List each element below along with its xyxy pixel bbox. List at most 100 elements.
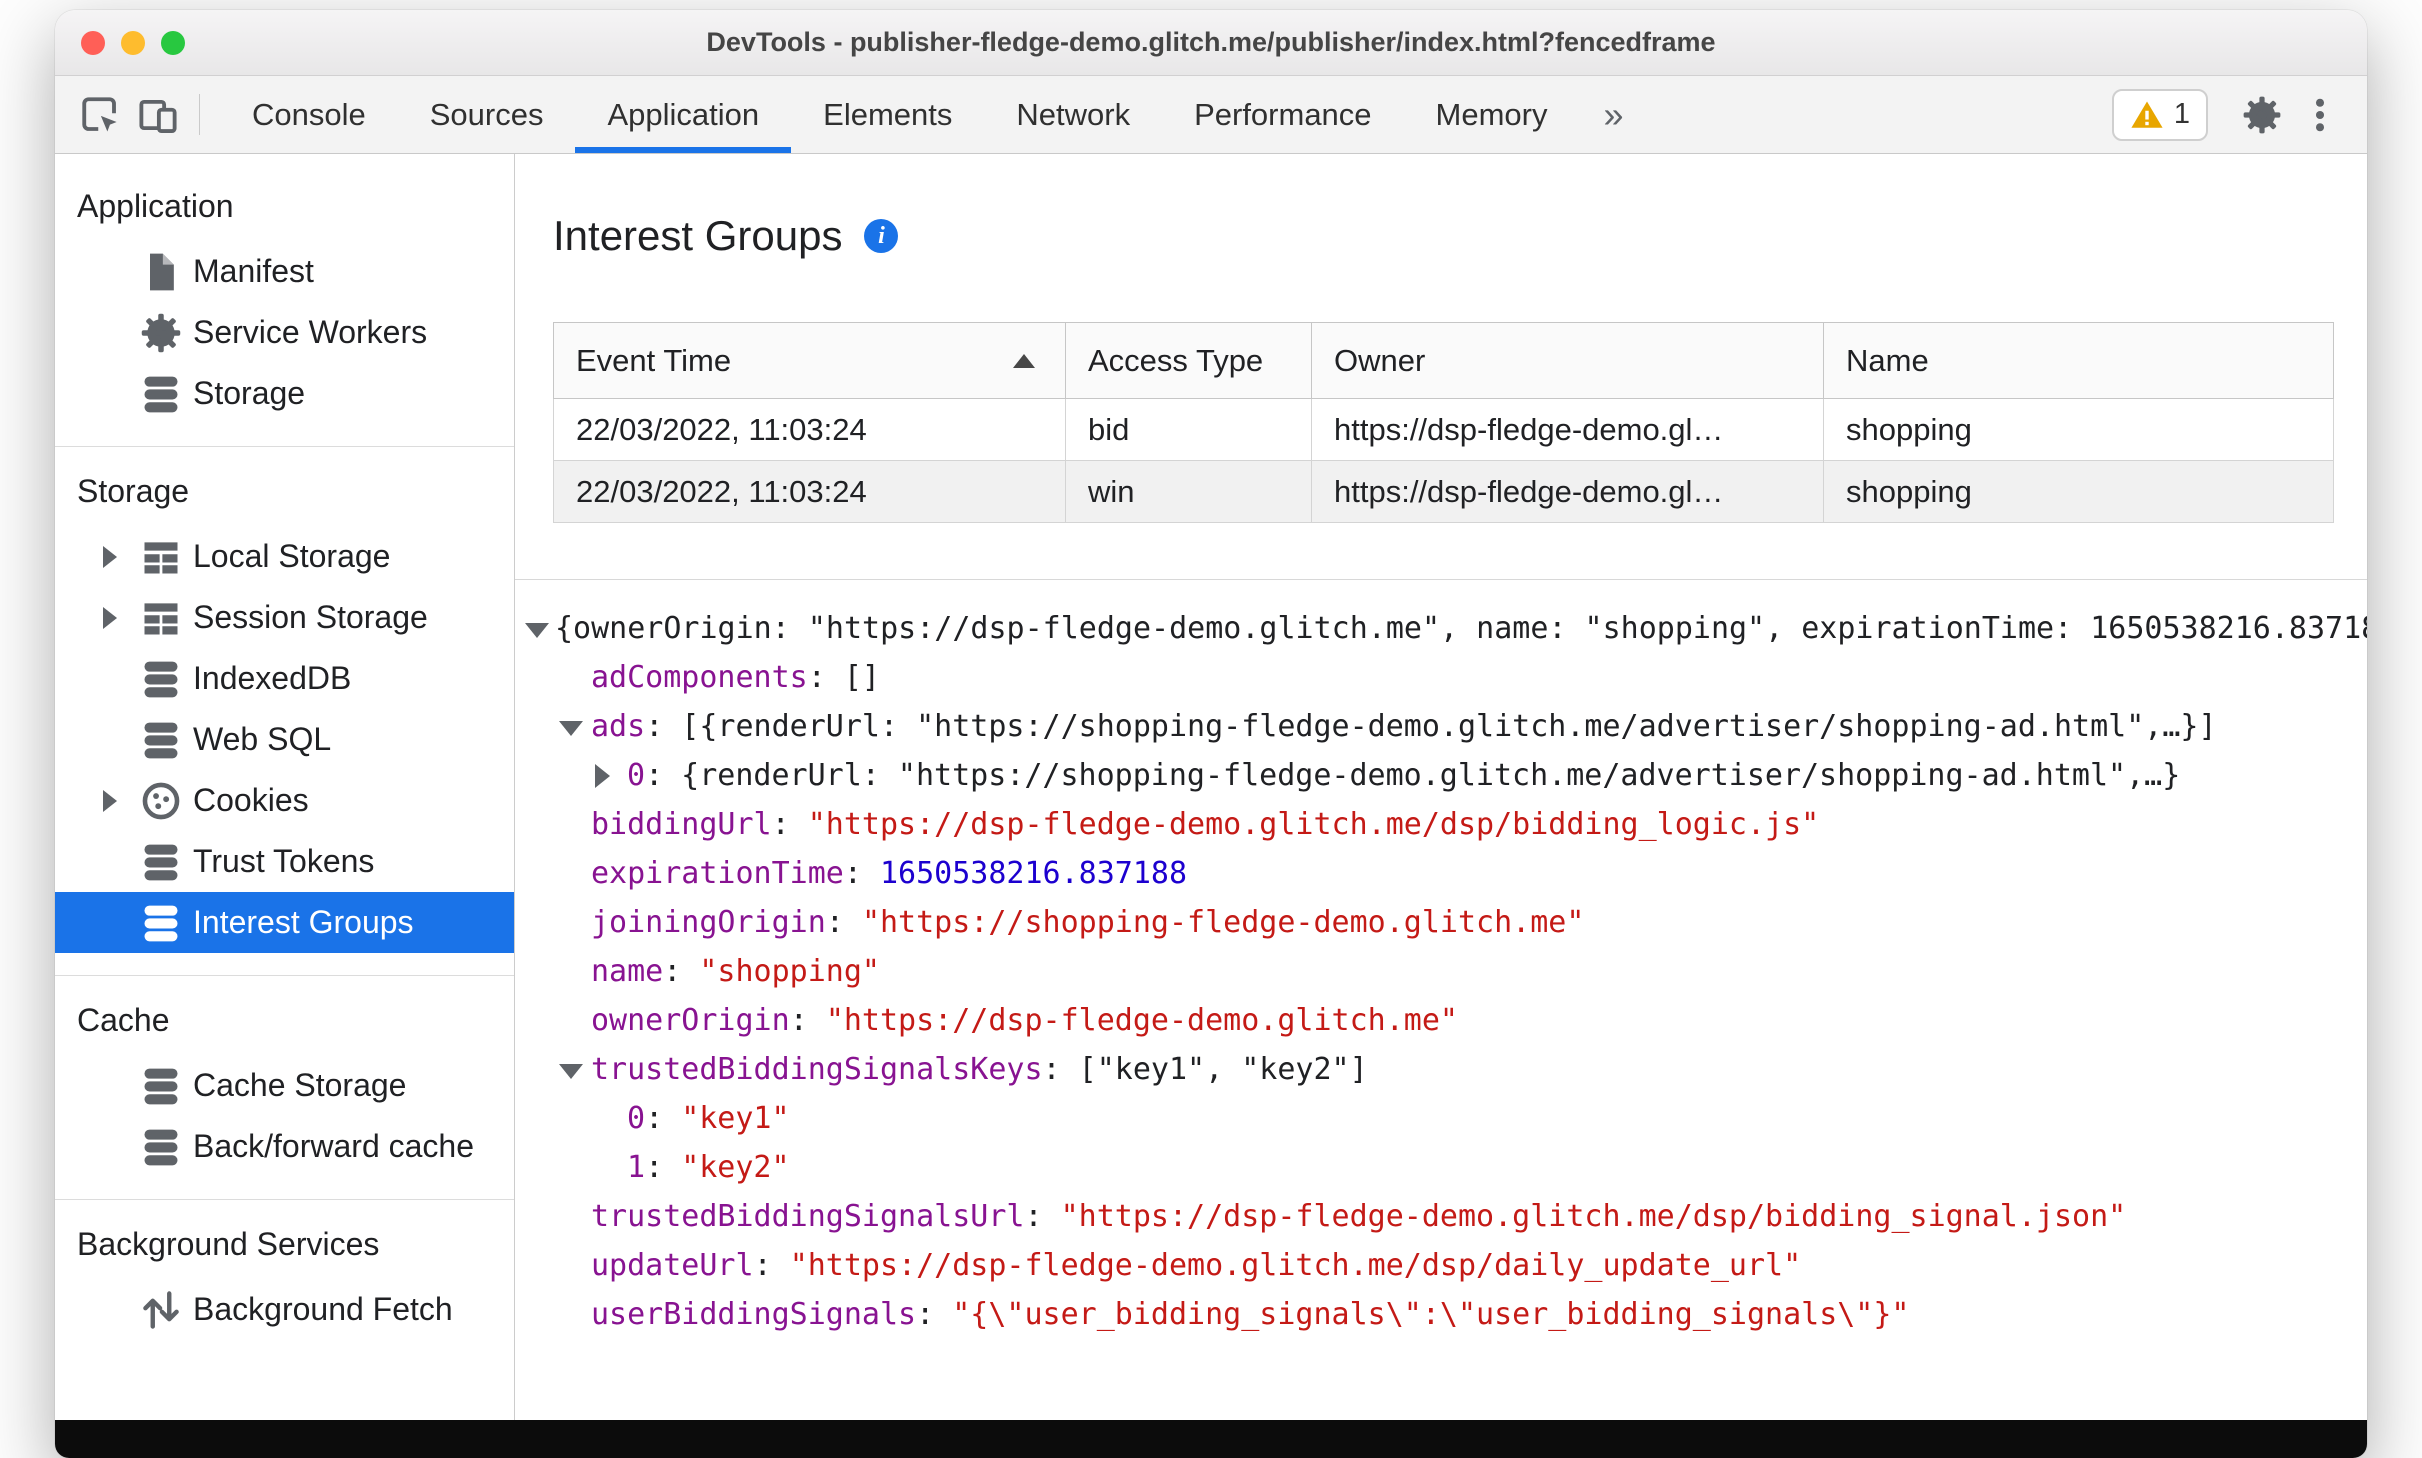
column-header-name[interactable]: Name: [1823, 322, 2334, 399]
json-token: {ownerOrigin: "https://dsp-fledge-demo.g…: [555, 611, 2367, 646]
minimize-button[interactable]: [121, 30, 145, 55]
sort-arrow-icon: [1013, 353, 1035, 368]
panel-tabs: Console Sources Application Elements Net…: [220, 76, 1648, 153]
sidebar-item-storage[interactable]: Storage: [55, 363, 514, 424]
json-token: trustedBiddingSignalsKeys: [591, 1052, 1043, 1087]
tab-label: Performance: [1194, 96, 1372, 132]
interest-groups-top: Interest Groups i Event Time Access Type…: [515, 154, 2367, 580]
sidebar-item-label: Back/forward cache: [193, 1128, 475, 1164]
sidebar-item-indexeddb[interactable]: IndexedDB: [55, 648, 514, 709]
expand-arrow-icon[interactable]: [103, 789, 117, 812]
json-tree-line[interactable]: {ownerOrigin: "https://dsp-fledge-demo.g…: [515, 604, 2367, 653]
json-token: "https://dsp-fledge-demo.glitch.me": [825, 1003, 1458, 1038]
json-token: 1650538216.837188: [880, 856, 1188, 891]
json-token: : [{renderUrl: "https://shopping-fledge-…: [645, 709, 2217, 744]
inspect-button[interactable]: [71, 76, 129, 153]
column-label: Name: [1846, 342, 1929, 378]
sidebar-item-session-storage[interactable]: Session Storage: [55, 587, 514, 648]
json-tree-line: 0: "key1": [515, 1094, 2367, 1143]
window-title: DevTools - publisher-fledge-demo.glitch.…: [706, 27, 1716, 57]
collapse-arrow-icon[interactable]: [559, 720, 583, 736]
json-token: updateUrl: [591, 1248, 754, 1283]
more-menu-button[interactable]: [2291, 94, 2349, 136]
tab-console[interactable]: Console: [220, 76, 398, 153]
tab-memory[interactable]: Memory: [1404, 76, 1580, 153]
json-tree-line[interactable]: 0: {renderUrl: "https://shopping-fledge-…: [515, 751, 2367, 800]
table-row[interactable]: 22/03/2022, 11:03:24 win https://dsp-fle…: [553, 460, 2334, 523]
sidebar-item-web-sql[interactable]: Web SQL: [55, 709, 514, 770]
issues-badge[interactable]: 1: [2111, 88, 2208, 141]
more-tabs-button[interactable]: »: [1580, 76, 1648, 153]
chevron-double-icon: »: [1603, 93, 1624, 135]
sidebar-item-label: Web SQL: [193, 721, 332, 757]
json-token: :: [843, 856, 880, 891]
database-icon: [139, 657, 183, 701]
tab-performance[interactable]: Performance: [1162, 76, 1403, 153]
json-token: "key2": [681, 1150, 790, 1185]
sidebar-item-interest-groups[interactable]: Interest Groups: [55, 892, 514, 953]
tab-sources[interactable]: Sources: [398, 76, 576, 153]
device-toolbar-icon: [137, 94, 179, 136]
json-token: 1: [627, 1150, 646, 1185]
sidebar-section-storage: Storage Local Storage Session Storage In…: [55, 447, 514, 976]
warning-icon: [2130, 98, 2164, 132]
table-row[interactable]: 22/03/2022, 11:03:24 bid https://dsp-fle…: [553, 398, 2334, 461]
json-token: : ["key1", "key2"]: [1042, 1052, 1368, 1087]
sidebar-item-cookies[interactable]: Cookies: [55, 770, 514, 831]
json-token: : {renderUrl: "https://shopping-fledge-d…: [645, 758, 2181, 793]
database-icon: [139, 372, 183, 416]
desktop-background: DevTools - publisher-fledge-demo.glitch.…: [0, 0, 2422, 1458]
json-token: :: [645, 1101, 682, 1136]
json-token: name: [591, 954, 664, 989]
tab-application[interactable]: Application: [575, 76, 791, 153]
expand-arrow-icon[interactable]: [103, 545, 117, 568]
json-token: expirationTime: [591, 856, 844, 891]
settings-button[interactable]: [2233, 94, 2291, 136]
json-token: 0: [627, 758, 646, 793]
json-token: "https://dsp-fledge-demo.glitch.me/dsp/d…: [789, 1248, 1802, 1283]
expand-arrow-icon[interactable]: [103, 606, 117, 629]
table-cell-access-type: bid: [1065, 398, 1312, 461]
json-tree-line[interactable]: ads: [{renderUrl: "https://shopping-fled…: [515, 702, 2367, 751]
table-cell-name: shopping: [1823, 398, 2334, 461]
sidebar-item-trust-tokens[interactable]: Trust Tokens: [55, 831, 514, 892]
tab-network[interactable]: Network: [984, 76, 1162, 153]
json-token: : []: [807, 660, 880, 695]
table-cell-owner: https://dsp-fledge-demo.gl…: [1311, 398, 1824, 461]
sidebar-section-cache: Cache Cache Storage Back/forward cache: [55, 976, 514, 1200]
json-token: biddingUrl: [591, 807, 772, 842]
database-icon: [139, 718, 183, 762]
expand-arrow-icon[interactable]: [595, 763, 610, 788]
tab-label: Memory: [1435, 96, 1548, 132]
column-header-owner[interactable]: Owner: [1311, 322, 1824, 399]
sidebar-item-service-workers[interactable]: Service Workers: [55, 302, 514, 363]
device-toolbar-button[interactable]: [129, 76, 187, 153]
table-cell-name: shopping: [1823, 460, 2334, 523]
page-title: Interest Groups i: [553, 212, 2333, 260]
zoom-button[interactable]: [161, 30, 185, 55]
tab-elements[interactable]: Elements: [791, 76, 984, 153]
database-icon: [139, 1125, 183, 1169]
sidebar-item-back-forward-cache[interactable]: Back/forward cache: [55, 1116, 514, 1177]
sidebar-header-cache: Cache: [77, 1002, 170, 1038]
sidebar-item-local-storage[interactable]: Local Storage: [55, 526, 514, 587]
inspect-icon: [79, 94, 121, 136]
column-label: Access Type: [1088, 342, 1264, 378]
close-button[interactable]: [81, 30, 105, 55]
titlebar: DevTools - publisher-fledge-demo.glitch.…: [55, 10, 2367, 76]
column-header-event-time[interactable]: Event Time: [553, 322, 1066, 399]
collapse-arrow-icon[interactable]: [559, 1063, 583, 1079]
json-token: "https://shopping-fledge-demo.glitch.me": [861, 905, 1585, 940]
database-icon: [139, 1064, 183, 1108]
sidebar-item-cache-storage[interactable]: Cache Storage: [55, 1055, 514, 1116]
json-token: "key1": [681, 1101, 790, 1136]
table-header-row: Event Time Access Type Owner Name: [553, 322, 2334, 399]
collapse-arrow-icon[interactable]: [525, 622, 549, 638]
document-icon: [139, 250, 183, 294]
sidebar-item-background-fetch[interactable]: Background Fetch: [55, 1279, 514, 1340]
column-header-access-type[interactable]: Access Type: [1065, 322, 1312, 399]
json-token: ownerOrigin: [591, 1003, 790, 1038]
info-icon[interactable]: i: [864, 219, 899, 253]
sidebar-item-manifest[interactable]: Manifest: [55, 241, 514, 302]
json-tree-line[interactable]: trustedBiddingSignalsKeys: ["key1", "key…: [515, 1045, 2367, 1094]
